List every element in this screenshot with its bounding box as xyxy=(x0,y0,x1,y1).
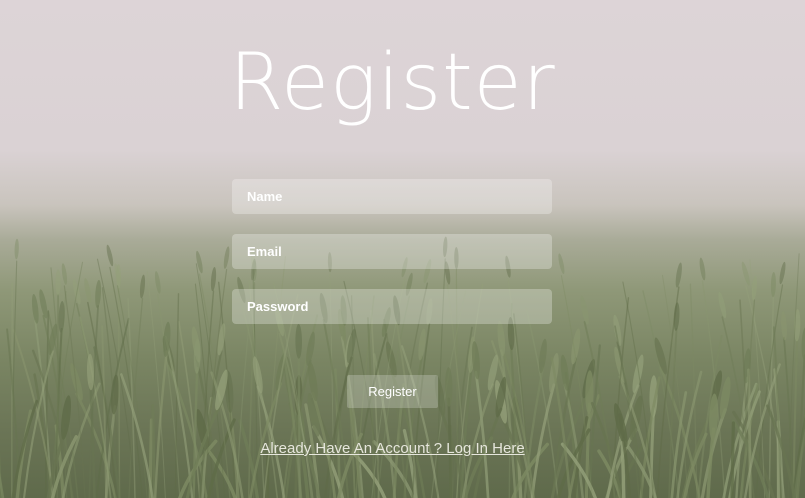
page-title: Register xyxy=(229,38,556,128)
password-input[interactable] xyxy=(232,289,552,324)
email-input[interactable] xyxy=(232,234,552,269)
name-input[interactable] xyxy=(232,179,552,214)
login-link[interactable]: Already Have An Account ? Log In Here xyxy=(0,440,785,457)
register-button[interactable]: Register xyxy=(347,375,438,408)
